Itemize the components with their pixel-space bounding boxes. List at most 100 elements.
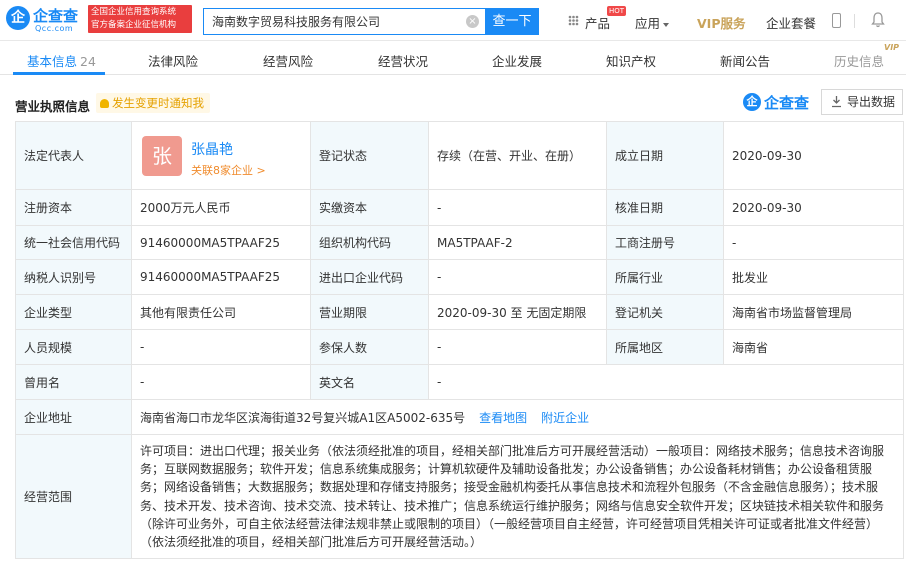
qcc-logo-mark-icon: 企 — [743, 93, 761, 111]
est-date-value: 2020-09-30 — [723, 121, 904, 190]
search-button[interactable]: 查一下 — [485, 8, 539, 35]
type-label: 企业类型 — [15, 294, 132, 330]
authority-label: 登记机关 — [606, 294, 724, 330]
divider — [854, 14, 855, 28]
credit-code-label: 统一社会信用代码 — [15, 225, 132, 260]
search-box: × — [203, 8, 485, 35]
legal-rep-cell: 张 张晶艳 关联8家企业 > — [131, 121, 311, 190]
biz-reg-label: 工商注册号 — [606, 225, 724, 260]
legal-rep-name[interactable]: 张晶艳 — [191, 139, 233, 159]
reg-capital-value: 2000万元人民币 — [131, 189, 311, 226]
tab-history[interactable]: 历史信息 — [834, 51, 884, 70]
table-row: 经营范围 许可项目：进出口代理；报关业务（依法须经批准的项目，经相关部门批准后方… — [15, 434, 904, 559]
tab-basic-info[interactable]: 基本信息 24 — [27, 51, 96, 70]
import-export-label: 进出口企业代码 — [310, 259, 429, 295]
notify-label: 发生变更时通知我 — [112, 96, 204, 110]
tab-basic-label: 基本信息 — [27, 54, 78, 69]
top-header: 企 企查查 Qcc.com 全国企业信用查询系统 官方备案企业征信机构 × 查一… — [0, 0, 906, 41]
import-export-value: - — [428, 259, 607, 295]
active-tab-indicator — [13, 72, 105, 75]
reg-capital-label: 注册资本 — [15, 189, 132, 226]
badge-line1: 全国企业信用查询系统 — [91, 7, 177, 17]
bell-icon — [100, 99, 109, 108]
tab-basic-count: 24 — [80, 54, 96, 69]
table-row: 企业地址 海南省海口市龙华区滨海街道32号复兴城A1区A5002-635号 查看地… — [15, 399, 904, 435]
export-label: 导出数据 — [847, 95, 896, 109]
mobile-phone-icon[interactable] — [832, 13, 841, 28]
org-code-label: 组织机构代码 — [310, 225, 429, 260]
official-badge[interactable]: 全国企业信用查询系统 官方备案企业征信机构 — [88, 5, 192, 33]
region-value: 海南省 — [723, 329, 904, 365]
scope-label: 经营范围 — [15, 434, 132, 559]
nav-app-label: 应用 — [635, 16, 661, 31]
biz-reg-value: - — [723, 225, 904, 260]
notification-bell-icon[interactable] — [871, 12, 885, 28]
table-row: 人员规模 - 参保人数 - 所属地区 海南省 — [15, 329, 904, 365]
related-companies-link[interactable]: 关联8家企业 > — [191, 162, 266, 178]
nav-vip[interactable]: VIP服务 — [697, 13, 746, 32]
table-row: 曾用名 - 英文名 - — [15, 364, 904, 400]
credit-code-value: 91460000MA5TPAAF25 — [131, 225, 311, 260]
logo-domain: Qcc.com — [35, 24, 74, 33]
vip-corner-badge: VIP — [884, 43, 900, 52]
nav-product[interactable]: 产品 — [585, 13, 610, 32]
business-license-table: 法定代表人 张 张晶艳 关联8家企业 > 登记状态 存续（在营、开业、在册） 成… — [15, 121, 904, 559]
staff-label: 人员规模 — [15, 329, 132, 365]
approve-date-value: 2020-09-30 — [723, 189, 904, 226]
tab-development[interactable]: 企业发展 — [492, 51, 542, 70]
hot-badge: HOT — [607, 6, 627, 16]
est-date-label: 成立日期 — [606, 121, 724, 190]
avatar[interactable]: 张 — [142, 136, 182, 176]
table-row: 统一社会信用代码 91460000MA5TPAAF25 组织机构代码 MA5TP… — [15, 225, 904, 260]
nav-app[interactable]: 应用 — [635, 13, 670, 32]
view-map-link[interactable]: 查看地图 — [479, 411, 527, 425]
qcc-logo-text: 企查查 — [764, 94, 810, 112]
former-name-value: - — [131, 364, 311, 400]
region-label: 所属地区 — [606, 329, 724, 365]
legal-rep-label: 法定代表人 — [15, 121, 132, 190]
nav-product-label: 产品 — [585, 16, 611, 31]
clear-search-icon[interactable]: × — [466, 15, 479, 28]
insured-label: 参保人数 — [310, 329, 429, 365]
tab-news[interactable]: 新闻公告 — [720, 51, 770, 70]
nearby-companies-link[interactable]: 附近企业 — [541, 411, 589, 425]
staff-value: - — [131, 329, 311, 365]
authority-value: 海南省市场监督管理局 — [723, 294, 904, 330]
term-label: 营业期限 — [310, 294, 429, 330]
site-logo[interactable]: 企 企查查 Qcc.com — [6, 5, 86, 35]
reg-status-label: 登记状态 — [310, 121, 429, 190]
logo-name: 企查查 — [33, 7, 79, 25]
table-row: 企业类型 其他有限责任公司 营业期限 2020-09-30 至 无固定期限 登记… — [15, 294, 904, 330]
table-row: 纳税人识别号 91460000MA5TPAAF25 进出口企业代码 - 所属行业… — [15, 259, 904, 295]
logo-mark-icon: 企 — [6, 6, 30, 30]
industry-value: 批发业 — [723, 259, 904, 295]
address-value: 海南省海口市龙华区滨海街道32号复兴城A1区A5002-635号 — [140, 410, 466, 425]
address-label: 企业地址 — [15, 399, 132, 435]
chevron-down-icon — [663, 22, 670, 27]
type-value: 其他有限责任公司 — [131, 294, 311, 330]
table-row: 法定代表人 张 张晶艳 关联8家企业 > 登记状态 存续（在营、开业、在册） 成… — [15, 121, 904, 190]
nav-package[interactable]: 企业套餐 — [766, 13, 816, 32]
term-value: 2020-09-30 至 无固定期限 — [428, 294, 607, 330]
download-icon — [832, 96, 841, 108]
address-cell: 海南省海口市龙华区滨海街道32号复兴城A1区A5002-635号 查看地图 附近企业 — [131, 399, 904, 435]
export-data-button[interactable]: 导出数据 — [821, 89, 903, 115]
former-name-label: 曾用名 — [15, 364, 132, 400]
taxpayer-value: 91460000MA5TPAAF25 — [131, 259, 311, 295]
grid-dots-icon — [568, 15, 579, 26]
scope-value: 许可项目：进出口代理；报关业务（依法须经批准的项目，经相关部门批准后方可开展经营… — [131, 434, 904, 559]
insured-value: - — [428, 329, 607, 365]
tab-legal-risk[interactable]: 法律风险 — [148, 51, 198, 70]
approve-date-label: 核准日期 — [606, 189, 724, 226]
change-notify-button[interactable]: 发生变更时通知我 — [96, 93, 210, 113]
badge-line2: 官方备案企业征信机构 — [91, 20, 177, 30]
en-name-label: 英文名 — [310, 364, 429, 400]
org-code-value: MA5TPAAF-2 — [428, 225, 607, 260]
en-name-value: - — [428, 364, 904, 400]
qcc-watermark-logo: 企 企查查 — [743, 91, 815, 113]
search-input[interactable] — [204, 9, 454, 34]
paid-capital-value: - — [428, 189, 607, 226]
tab-operating-status[interactable]: 经营状况 — [378, 51, 428, 70]
tab-operating-risk[interactable]: 经营风险 — [263, 51, 313, 70]
tab-ip[interactable]: 知识产权 — [606, 51, 656, 70]
